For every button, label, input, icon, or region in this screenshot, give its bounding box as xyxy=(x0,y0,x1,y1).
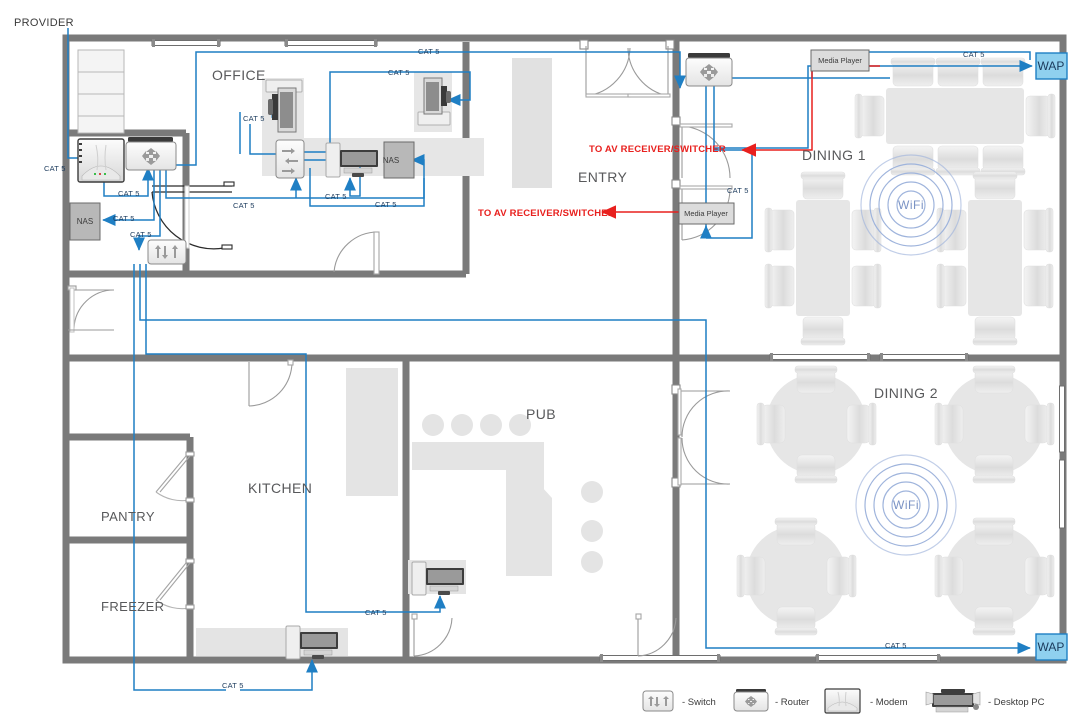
annotation-av-switcher-1: TO AV RECEIVER/SWITCHER xyxy=(589,144,726,155)
cat5-label: CAT 5 xyxy=(375,200,397,209)
router-icon xyxy=(125,137,177,171)
cat5-label: CAT 5 xyxy=(243,114,265,123)
cat5-label: CAT 5 xyxy=(727,186,749,195)
room-label-pub: PUB xyxy=(526,406,556,422)
room-label-dining1: DINING 1 xyxy=(802,147,866,163)
cat5-label: CAT 5 xyxy=(388,68,410,77)
modem-icon xyxy=(77,138,125,183)
nas-office-label: NAS xyxy=(383,156,399,165)
legend-switch-icon xyxy=(642,690,674,712)
wifi-dining2-label: WiFi xyxy=(893,498,919,512)
office-switch-icon xyxy=(275,139,305,179)
legend-desktop-pc-icon xyxy=(925,689,981,713)
cat5-label: CAT 5 xyxy=(233,201,255,210)
cat5-label: CAT 5 xyxy=(44,164,66,173)
cat5-label: CAT 5 xyxy=(963,50,985,59)
legend-label-router: - Router xyxy=(775,697,809,708)
media-player-dining-label: Media Player xyxy=(818,56,862,65)
switch-icon xyxy=(147,239,187,265)
media-player-entry-label: Media Player xyxy=(684,209,728,218)
legend-modem-icon xyxy=(824,688,861,714)
wifi-dining1-label: WiFi xyxy=(898,198,924,212)
floor-plan-network-diagram: PROVIDER OFFICE ENTRY DINING 1 DINING 2 … xyxy=(0,0,1087,724)
legend-label-switch: - Switch xyxy=(682,697,716,708)
legend-router-icon xyxy=(733,689,769,712)
legend-label-desktop-pc: - Desktop PC xyxy=(988,697,1045,708)
cat5-label: CAT 5 xyxy=(130,230,152,239)
cat5-label: CAT 5 xyxy=(365,608,387,617)
wap-top-label: WAP xyxy=(1038,59,1065,73)
cat5-label: CAT 5 xyxy=(113,214,135,223)
cat5-label: CAT 5 xyxy=(222,681,244,690)
cat5-label: CAT 5 xyxy=(885,641,907,650)
room-label-pantry: PANTRY xyxy=(101,509,155,524)
wap-bottom-label: WAP xyxy=(1038,640,1065,654)
room-label-dining2: DINING 2 xyxy=(874,385,938,401)
cat5-label: CAT 5 xyxy=(325,192,347,201)
annotation-av-switcher-2: TO AV RECEIVER/SWITCHER xyxy=(478,208,615,219)
provider-label: PROVIDER xyxy=(14,17,74,29)
room-label-freezer: FREEZER xyxy=(101,599,164,614)
room-label-office: OFFICE xyxy=(212,67,266,83)
cat5-label: CAT 5 xyxy=(418,47,440,56)
legend-label-modem: - Modem xyxy=(870,697,908,708)
nas-server-label: NAS xyxy=(77,217,93,226)
room-label-kitchen: KITCHEN xyxy=(248,480,312,496)
entry-router-icon xyxy=(685,53,733,87)
cat5-label: CAT 5 xyxy=(118,189,140,198)
room-label-entry: ENTRY xyxy=(578,169,627,185)
